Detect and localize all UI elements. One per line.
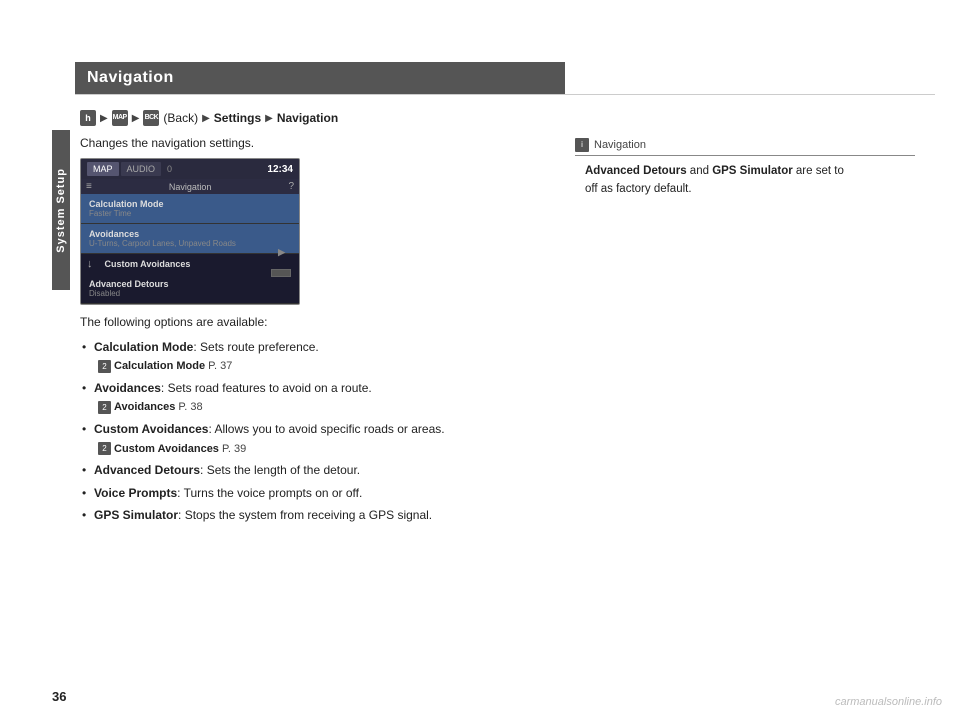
screen-item-1[interactable]: Avoidances U-Turns, Carpool Lanes, Unpav… xyxy=(81,224,299,254)
ref-text-0: Calculation Mode xyxy=(114,357,205,376)
list-item-4: Voice Prompts: Turns the voice prompts o… xyxy=(80,483,540,503)
note-bold-2: GPS Simulator xyxy=(712,165,793,177)
sidebar-tab-label: System Setup xyxy=(55,168,67,253)
screen-topbar: MAP AUDIO 0 12:34 xyxy=(81,159,299,179)
screen-item-2-arrow: ▶ xyxy=(278,247,285,258)
list-item-0: Calculation Mode: Sets route preference.… xyxy=(80,337,540,376)
settings-label: Settings xyxy=(214,111,261,125)
screen-scroll-area: ↓ Custom Avoidances▶ xyxy=(81,254,299,274)
note-line1-post: are set to xyxy=(793,165,844,177)
screen-item-3-title: Advanced Detours xyxy=(89,279,291,289)
list-item-1: Avoidances: Sets road features to avoid … xyxy=(80,378,540,417)
ref-page-0: P. 37 xyxy=(208,357,232,376)
description-text: Changes the navigation settings. xyxy=(80,136,540,150)
ref-text-2: Custom Avoidances xyxy=(114,440,219,459)
scroll-icon: ↓ xyxy=(87,258,97,270)
desc-4: : Turns the voice prompts on or off. xyxy=(177,486,362,500)
sub-ref-1: 2 Avoidances P. 38 xyxy=(98,398,540,417)
screen-nav-label: Navigation xyxy=(169,182,212,192)
desc-5: : Stops the system from receiving a GPS … xyxy=(178,508,432,522)
sub-ref-0: 2 Calculation Mode P. 37 xyxy=(98,357,540,376)
screen-item-3-sub: Disabled xyxy=(89,289,291,298)
following-text: The following options are available: xyxy=(80,315,540,329)
breadcrumb-arrow-3: ▶ xyxy=(202,113,210,124)
list-item-5: GPS Simulator: Stops the system from rec… xyxy=(80,505,540,525)
home-icon: h xyxy=(80,110,96,126)
menu-icon: ≡ xyxy=(86,181,92,192)
term-4: Voice Prompts xyxy=(94,486,177,500)
screen-divider: 0 xyxy=(163,162,176,176)
map-icon: MAP xyxy=(112,110,128,126)
ref-text-1: Avoidances xyxy=(114,398,175,417)
back-icon: BCK xyxy=(143,110,159,126)
note-body: Advanced Detours and GPS Simulator are s… xyxy=(575,162,915,199)
breadcrumb-arrow-1: ▶ xyxy=(100,113,108,124)
screen-menu-bar: ≡ Navigation ? xyxy=(81,179,299,194)
ref-page-2: P. 39 xyxy=(222,440,246,459)
main-content: h ▶ MAP ▶ BCK (Back) ▶ Settings ▶ Naviga… xyxy=(80,110,540,527)
screen-item-3[interactable]: Advanced Detours Disabled xyxy=(81,274,299,304)
note-header-icon: i xyxy=(575,138,589,152)
breadcrumb: h ▶ MAP ▶ BCK (Back) ▶ Settings ▶ Naviga… xyxy=(80,110,540,126)
question-icon: ? xyxy=(288,181,294,192)
sidebar-tab: System Setup xyxy=(52,130,70,290)
ref-icon-2: 2 xyxy=(98,442,111,455)
screen-mockup: MAP AUDIO 0 12:34 ≡ Navigation ? Calcula… xyxy=(80,158,300,305)
desc-0: : Sets route preference. xyxy=(193,340,318,354)
ref-icon-1: 2 xyxy=(98,401,111,414)
bullet-list: Calculation Mode: Sets route preference.… xyxy=(80,337,540,525)
term-3: Advanced Detours xyxy=(94,463,200,477)
screen-time: 12:34 xyxy=(267,164,293,175)
note-mid: and xyxy=(687,165,713,177)
desc-3: : Sets the length of the detour. xyxy=(200,463,360,477)
screen-tab-map: MAP xyxy=(87,162,119,176)
term-1: Avoidances xyxy=(94,381,161,395)
screen-tabs: MAP AUDIO 0 xyxy=(87,162,176,176)
term-2: Custom Avoidances xyxy=(94,422,208,436)
note-bold-1: Advanced Detours xyxy=(585,165,687,177)
back-label: (Back) xyxy=(163,111,198,125)
ref-page-1: P. 38 xyxy=(178,398,202,417)
page-title: Navigation xyxy=(87,69,174,87)
sub-ref-2: 2 Custom Avoidances P. 39 xyxy=(98,440,540,459)
page-number: 36 xyxy=(52,689,66,704)
term-5: GPS Simulator xyxy=(94,508,178,522)
screen-item-2-title: Custom Avoidances▶ xyxy=(105,259,286,269)
header-rule xyxy=(75,94,935,95)
screen-item-1-title: Avoidances xyxy=(89,229,291,239)
note-header-label: Navigation xyxy=(594,139,646,151)
screen-item-2[interactable]: Custom Avoidances▶ xyxy=(97,254,294,274)
ref-icon-0: 2 xyxy=(98,360,111,373)
note-header: i Navigation xyxy=(575,138,915,156)
nav-label: Navigation xyxy=(277,111,338,125)
note-panel: i Navigation Advanced Detours and GPS Si… xyxy=(575,138,915,199)
screen-item-0-sub: Faster Time xyxy=(89,209,291,218)
screen-item-0-title: Calculation Mode xyxy=(89,199,291,209)
breadcrumb-arrow-2: ▶ xyxy=(132,113,140,124)
desc-2: : Allows you to avoid specific roads or … xyxy=(208,422,444,436)
list-item-3: Advanced Detours: Sets the length of the… xyxy=(80,460,540,480)
screen-item-0[interactable]: Calculation Mode Faster Time xyxy=(81,194,299,224)
term-0: Calculation Mode xyxy=(94,340,193,354)
list-item-2: Custom Avoidances: Allows you to avoid s… xyxy=(80,419,540,458)
note-line2: off as factory default. xyxy=(585,183,692,195)
breadcrumb-arrow-4: ▶ xyxy=(265,113,273,124)
header-bar: Navigation xyxy=(75,62,565,94)
watermark: carmanualsonline.info xyxy=(835,696,942,708)
desc-1: : Sets road features to avoid on a route… xyxy=(161,381,372,395)
screen-tab-audio: AUDIO xyxy=(121,162,162,176)
screen-item-1-sub: U-Turns, Carpool Lanes, Unpaved Roads xyxy=(89,239,291,248)
